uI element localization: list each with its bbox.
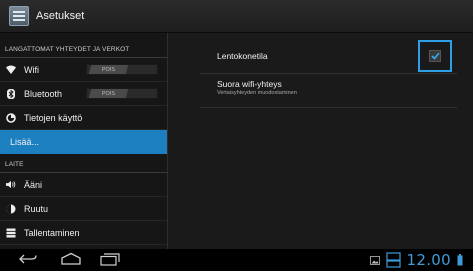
wifi-direct-title: Suora wifi-yhteys <box>217 79 282 89</box>
volume-icon <box>6 180 16 190</box>
section-header-device: LAITE <box>0 154 167 173</box>
sidebar-item-sound[interactable]: Ääni <box>0 173 167 197</box>
back-icon <box>19 254 37 264</box>
settings-screen: Asetukset LANGATTOMAT YHTEYDET JA VERKOT… <box>0 0 473 271</box>
bluetooth-toggle[interactable]: POIS <box>86 88 158 99</box>
airplane-mode-row[interactable]: Lentokonetila <box>200 38 457 74</box>
display-icon <box>6 204 16 214</box>
sidebar-item-data-usage[interactable]: Tietojen käyttö <box>0 106 167 130</box>
home-button[interactable] <box>60 252 82 271</box>
wifi-direct-summary: Vertaisyhteyden muodostaminen <box>217 90 297 96</box>
status-clock: 12.00 <box>406 251 451 269</box>
status-area[interactable]: 12.00 <box>369 251 463 269</box>
airplane-mode-title: Lentokonetila <box>217 51 268 61</box>
screenshot-icon <box>369 255 380 265</box>
recent-apps-button[interactable] <box>100 252 120 271</box>
sidebar-item-label: Ääni <box>24 179 43 190</box>
sidebar-item-label: Ruutu <box>24 203 49 214</box>
recent-apps-icon <box>100 253 120 266</box>
wifi-toggle-label: POIS <box>101 66 116 73</box>
sidebar-item-wifi[interactable]: Wifi POIS <box>0 58 167 82</box>
storage-device-icon <box>385 252 401 268</box>
wifi-icon <box>6 65 16 75</box>
sidebar-item-more[interactable]: Lisää... <box>0 130 167 154</box>
sidebar-item-display[interactable]: Ruutu <box>0 197 167 221</box>
bluetooth-toggle-label: POIS <box>101 90 116 97</box>
wifi-toggle[interactable]: POIS <box>86 64 158 75</box>
navigation-bar: 12.00 <box>0 249 473 271</box>
wifi-direct-row[interactable]: Suora wifi-yhteys Vertaisyhteyden muodos… <box>200 74 457 108</box>
checkmark-icon <box>430 52 440 60</box>
data-usage-icon <box>6 112 16 123</box>
home-icon <box>61 252 81 265</box>
airplane-mode-checkbox[interactable] <box>429 50 441 62</box>
back-button[interactable] <box>18 252 38 271</box>
sidebar-item-label: Tietojen käyttö <box>24 112 83 123</box>
settings-sidebar: LANGATTOMAT YHTEYDET JA VERKOT Wifi POIS… <box>0 33 167 249</box>
storage-icon <box>6 228 16 238</box>
action-bar: Asetukset <box>0 0 473 33</box>
sidebar-item-label: Tallentaminen <box>24 227 80 238</box>
app-title: Asetukset <box>36 10 85 22</box>
airplane-mode-checkbox-focus[interactable] <box>418 40 452 72</box>
bluetooth-icon <box>6 88 16 99</box>
sidebar-item-label: Bluetooth <box>24 88 63 99</box>
section-header-wireless: LANGATTOMAT YHTEYDET JA VERKOT <box>0 33 167 58</box>
settings-app-icon[interactable] <box>9 6 29 26</box>
sidebar-item-storage[interactable]: Tallentaminen <box>0 221 167 245</box>
sidebar-item-label: Lisää... <box>10 136 40 147</box>
settings-detail-pane: Lentokonetila Suora wifi-yhteys Vertaisy… <box>168 33 473 249</box>
sidebar-item-bluetooth[interactable]: Bluetooth POIS <box>0 82 167 106</box>
sidebar-item-label: Wifi <box>24 64 39 75</box>
battery-icon <box>457 254 463 266</box>
